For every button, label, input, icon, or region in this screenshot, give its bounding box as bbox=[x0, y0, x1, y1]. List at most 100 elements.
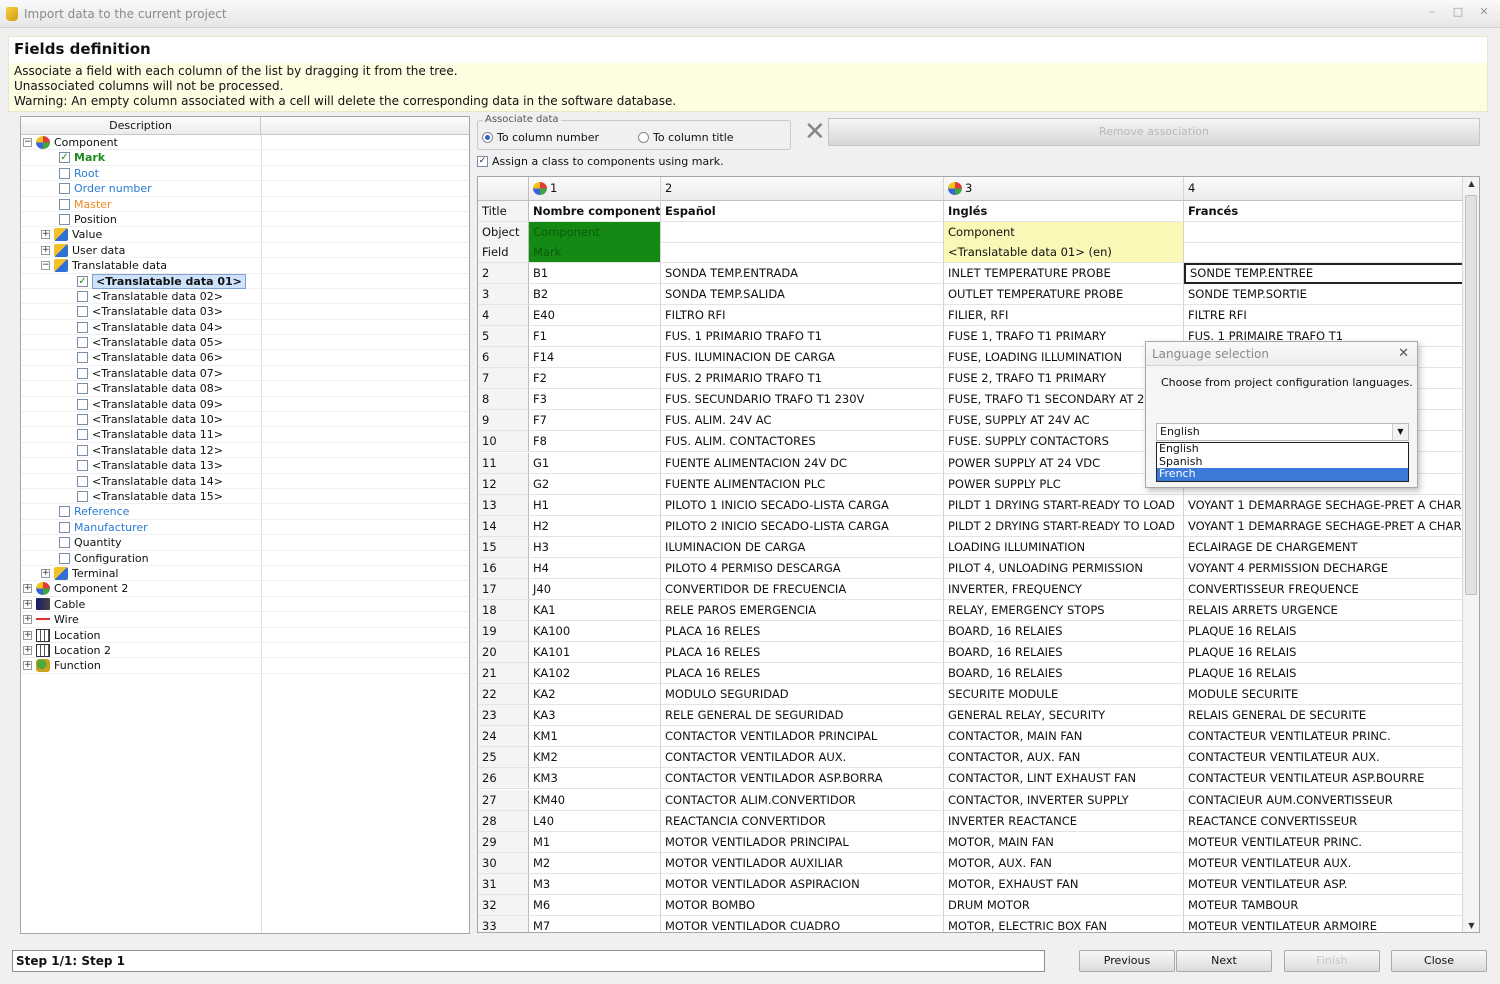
grid-cell[interactable]: PILDT 1 DRYING START-READY TO LOAD bbox=[944, 494, 1184, 516]
field-checkbox[interactable] bbox=[77, 367, 88, 379]
grid-cell[interactable]: MOTOR BOMBO bbox=[661, 894, 944, 916]
tree-item[interactable]: <Translatable data 09> bbox=[21, 397, 469, 413]
grid-cell[interactable]: SONDE TEMP.SORTIE bbox=[1184, 284, 1464, 306]
tree-item[interactable]: + Wire bbox=[21, 612, 469, 628]
field-checkbox[interactable] bbox=[59, 167, 70, 179]
table-row[interactable]: 30 M2 MOTOR VENTILADOR AUXILIAR MOTOR, AUX.… bbox=[478, 852, 1464, 874]
grid-cell[interactable]: RELAY, EMERGENCY STOPS bbox=[944, 599, 1184, 621]
grid-cell[interactable]: BOARD, 16 RELAIES bbox=[944, 642, 1184, 664]
next-button[interactable]: Next bbox=[1176, 950, 1272, 972]
grid-cell[interactable]: KM40 bbox=[529, 789, 661, 811]
grid-cell[interactable]: KM2 bbox=[529, 747, 661, 769]
grid-cell[interactable]: Francés bbox=[1184, 201, 1464, 222]
dialog-close-icon[interactable]: ✕ bbox=[1398, 342, 1409, 366]
grid-cell[interactable]: PLAQUE 16 RELAIS bbox=[1184, 663, 1464, 685]
grid-cell[interactable]: MOTOR VENTILADOR AUXILIAR bbox=[661, 852, 944, 874]
grid-cell[interactable]: REACTANCE CONVERTISSEUR bbox=[1184, 810, 1464, 832]
grid-cell[interactable]: PLAQUE 16 RELAIS bbox=[1184, 621, 1464, 643]
grid-cell[interactable]: G1 bbox=[529, 452, 661, 474]
tree-item[interactable]: <Translatable data 07> bbox=[21, 366, 469, 382]
column-number-row[interactable]: 1 2 3 4 bbox=[478, 177, 1464, 201]
grid-cell[interactable]: CONVERTIDOR DE FRECUENCIA bbox=[661, 578, 944, 600]
finish-button[interactable]: Finish bbox=[1284, 950, 1380, 972]
expand-icon[interactable]: + bbox=[23, 599, 32, 609]
grid-cell[interactable]: M3 bbox=[529, 873, 661, 895]
grid-cell[interactable]: Component bbox=[529, 222, 661, 243]
tree-item[interactable]: <Translatable data 06> bbox=[21, 350, 469, 366]
field-checkbox[interactable] bbox=[77, 475, 88, 487]
tree-item[interactable]: <Translatable data 11> bbox=[21, 427, 469, 443]
grid-cell[interactable]: B2 bbox=[529, 284, 661, 306]
grid-cell[interactable]: CONTACTEUR VENTILATEUR ASP.BOURRE bbox=[1184, 768, 1464, 790]
grid-cell[interactable]: Mark bbox=[529, 242, 661, 263]
grid-cell[interactable]: F7 bbox=[529, 410, 661, 432]
chevron-down-icon[interactable]: ▼ bbox=[1392, 424, 1408, 440]
grid-cell[interactable] bbox=[661, 242, 944, 263]
grid-cell[interactable]: PILOTO 4 PERMISO DESCARGA bbox=[661, 557, 944, 579]
close-window-icon[interactable]: ✕ bbox=[1478, 5, 1490, 18]
tree-item[interactable]: Configuration bbox=[21, 551, 469, 566]
grid-cell[interactable]: F14 bbox=[529, 347, 661, 369]
grid-cell[interactable]: MOTOR VENTILADOR ASPIRACION bbox=[661, 873, 944, 895]
grid-cell[interactable]: VOYANT 4 PERMISSION DECHARGE bbox=[1184, 557, 1464, 579]
collapse-icon[interactable]: − bbox=[23, 138, 32, 147]
grid-cell[interactable]: M6 bbox=[529, 894, 661, 916]
field-checkbox[interactable] bbox=[77, 460, 88, 472]
table-row[interactable]: 28 L40 REACTANCIA CONVERTIDOR INVERTER REAC… bbox=[478, 810, 1464, 832]
grid-cell[interactable]: Inglés bbox=[944, 201, 1184, 222]
grid-cell[interactable]: BOARD, 16 RELAIES bbox=[944, 663, 1184, 685]
grid-cell[interactable]: RELAIS GENERAL DE SECURITE bbox=[1184, 705, 1464, 727]
grid-cell[interactable]: LOADING ILLUMINATION bbox=[944, 536, 1184, 558]
tree-item[interactable]: <Translatable data 10> bbox=[21, 412, 469, 428]
grid-cell[interactable]: MOTOR, MAIN FAN bbox=[944, 831, 1184, 853]
grid-cell[interactable]: J40 bbox=[529, 578, 661, 600]
remove-association-button[interactable]: Remove association bbox=[828, 118, 1480, 146]
grid-cell[interactable] bbox=[1184, 242, 1464, 263]
grid-cell[interactable]: DRUM MOTOR bbox=[944, 894, 1184, 916]
grid-cell[interactable]: CONTACTOR, INVERTER SUPPLY bbox=[944, 789, 1184, 811]
grid-cell[interactable]: 3 bbox=[944, 177, 1184, 201]
radio-to-column-number[interactable]: To column number bbox=[482, 131, 599, 144]
assign-class-option[interactable]: ✓ Assign a class to components using mar… bbox=[477, 155, 724, 168]
grid-cell[interactable]: MOTOR, AUX. FAN bbox=[944, 852, 1184, 874]
table-row[interactable]: 32 M6 MOTOR BOMBO DRUM MOTOR MOTEUR TAMBOUR bbox=[478, 894, 1464, 916]
grid-cell[interactable]: SONDA TEMP.SALIDA bbox=[661, 284, 944, 306]
table-row[interactable]: 4 E40 FILTRO RFI FILIER, RFI FILTRE RFI bbox=[478, 305, 1464, 327]
scroll-up-icon[interactable]: ▲ bbox=[1463, 179, 1479, 188]
grid-cell[interactable]: KA1 bbox=[529, 599, 661, 621]
field-checkbox[interactable] bbox=[59, 198, 70, 210]
expand-icon[interactable]: + bbox=[23, 584, 32, 594]
grid-cell[interactable]: L40 bbox=[529, 810, 661, 832]
grid-cell[interactable]: KA102 bbox=[529, 663, 661, 685]
grid-cell[interactable]: FUS. 1 PRIMARIO TRAFO T1 bbox=[661, 326, 944, 348]
grid-cell[interactable]: SONDE TEMP.ENTREE bbox=[1184, 263, 1464, 284]
grid-cell[interactable]: SONDA TEMP.ENTRADA bbox=[661, 263, 944, 284]
table-row[interactable]: 25 KM2 CONTACTOR VENTILADOR AUX. CONTACTOR,… bbox=[478, 747, 1464, 769]
grid-cell[interactable]: RELE PAROS EMERGENCIA bbox=[661, 599, 944, 621]
previous-button[interactable]: Previous bbox=[1079, 950, 1175, 972]
table-row[interactable]: 22 KA2 MODULO SEGURIDAD SECURITE MODULE MODU… bbox=[478, 684, 1464, 706]
table-row[interactable]: 2 B1 SONDA TEMP.ENTRADA INLET TEMPERATURE P… bbox=[478, 263, 1464, 284]
maximize-icon[interactable]: □ bbox=[1452, 5, 1464, 18]
tree-item[interactable]: + User data bbox=[21, 243, 469, 259]
radio-to-column-title[interactable]: To column title bbox=[638, 131, 734, 144]
field-checkbox[interactable] bbox=[59, 183, 70, 195]
grid-cell[interactable]: H2 bbox=[529, 515, 661, 537]
grid-cell[interactable] bbox=[661, 222, 944, 243]
grid-cell[interactable]: MODULE SECURITE bbox=[1184, 684, 1464, 706]
grid-cell[interactable]: 1 bbox=[529, 177, 661, 201]
grid-cell[interactable]: M7 bbox=[529, 915, 661, 932]
expand-icon[interactable]: + bbox=[23, 615, 32, 625]
tree-item[interactable]: Reference bbox=[21, 504, 469, 520]
grid-cell[interactable]: CONTACIEUR AUM.CONVERTISSEUR bbox=[1184, 789, 1464, 811]
grid-cell[interactable]: M2 bbox=[529, 852, 661, 874]
grid-cell[interactable]: FILIER, RFI bbox=[944, 305, 1184, 327]
grid-cell[interactable]: MOTEUR VENTILATEUR AUX. bbox=[1184, 852, 1464, 874]
grid-cell[interactable]: Component bbox=[944, 222, 1184, 243]
grid-cell[interactable]: PILOT 4, UNLOADING PERMISSION bbox=[944, 557, 1184, 579]
grid-cell[interactable]: Nombre componente bbox=[529, 201, 661, 222]
grid-cell[interactable]: PLACA 16 RELES bbox=[661, 621, 944, 643]
grid-cell[interactable]: CONTACTOR, LINT EXHAUST FAN bbox=[944, 768, 1184, 790]
expand-icon[interactable]: + bbox=[23, 630, 32, 640]
expand-icon[interactable]: + bbox=[41, 245, 50, 255]
